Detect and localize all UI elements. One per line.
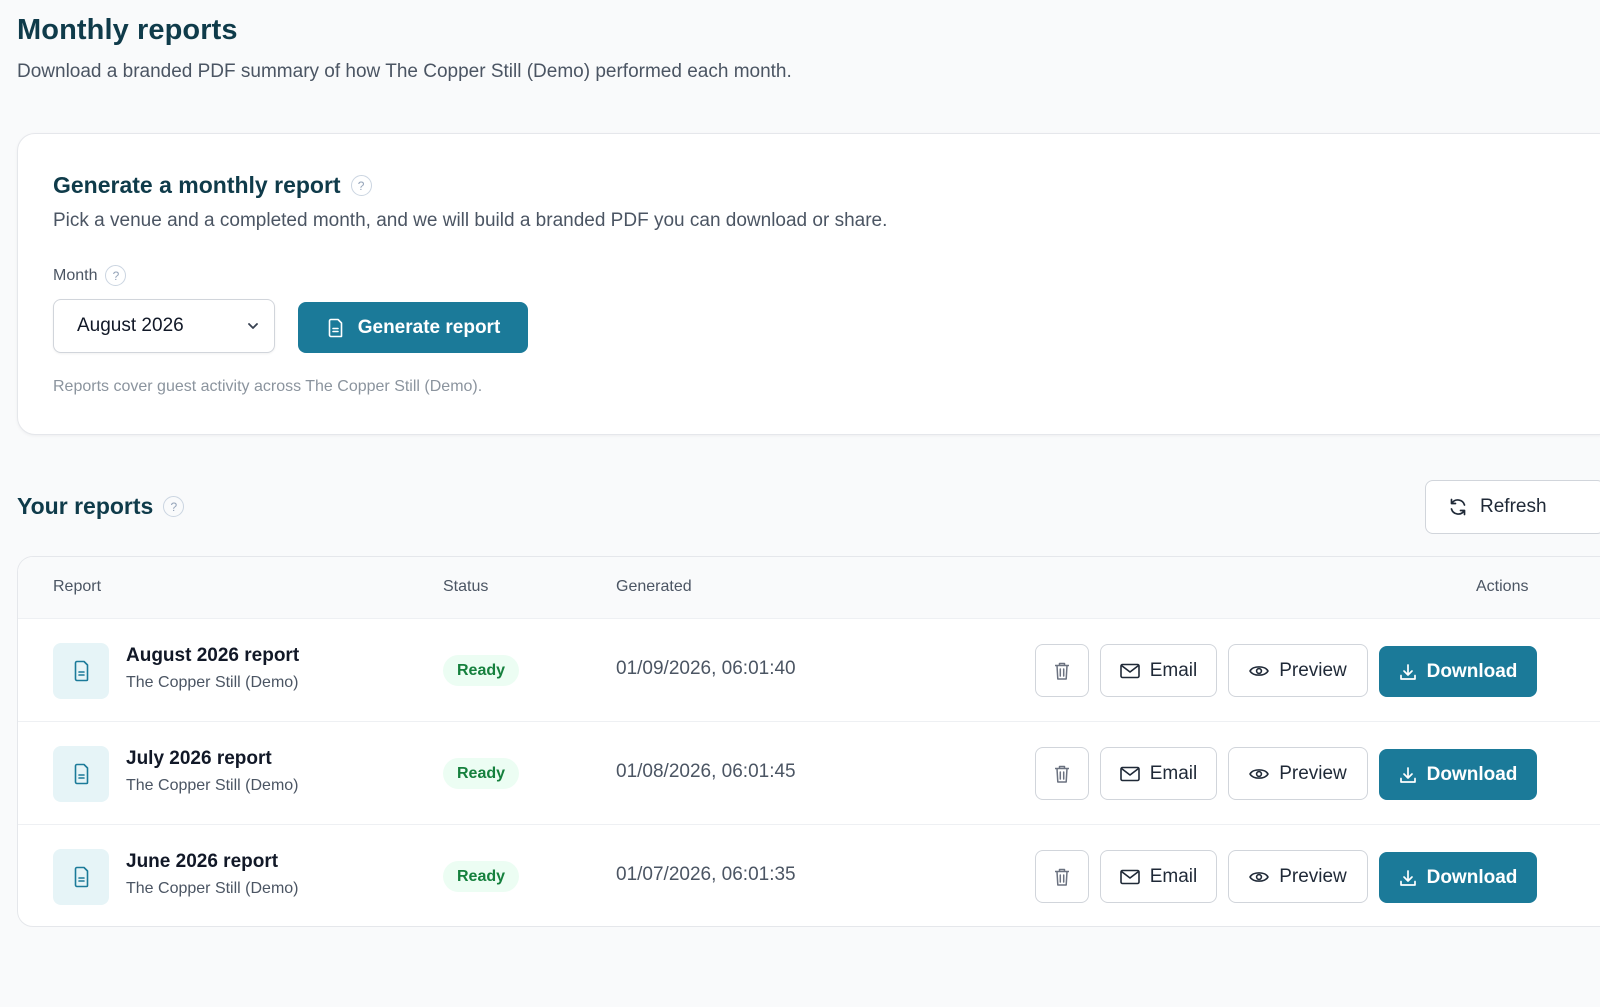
download-icon — [1399, 766, 1416, 783]
generated-timestamp: 01/07/2026, 06:01:35 — [616, 864, 796, 885]
eye-icon — [1249, 768, 1270, 779]
download-icon — [1399, 663, 1416, 680]
table-row: June 2026 report The Copper Still (Demo)… — [18, 825, 1600, 926]
generate-report-button[interactable]: Generate report — [298, 302, 528, 353]
month-select-value: August 2026 — [77, 315, 184, 336]
download-button[interactable]: Download — [1379, 749, 1537, 800]
preview-button[interactable]: Preview — [1228, 850, 1368, 903]
email-button[interactable]: Email — [1100, 747, 1217, 800]
file-icon — [53, 643, 109, 699]
report-name: August 2026 report — [126, 645, 300, 666]
trash-icon — [1055, 868, 1069, 886]
page-title: Monthly reports — [17, 14, 238, 46]
generate-card-heading: Generate a monthly report ? — [53, 172, 372, 199]
help-icon[interactable]: ? — [163, 496, 185, 517]
help-icon[interactable]: ? — [105, 265, 127, 286]
refresh-label: Refresh — [1480, 496, 1547, 517]
report-name: June 2026 report — [126, 851, 279, 872]
generate-report-card: Generate a monthly report ? Pick a venue… — [17, 133, 1600, 435]
preview-label: Preview — [1279, 762, 1347, 784]
reports-title: Your reports — [17, 493, 154, 519]
download-label: Download — [1426, 763, 1518, 785]
download-button[interactable]: Download — [1379, 852, 1537, 903]
column-header-generated: Generated — [616, 578, 692, 595]
column-header-status: Status — [443, 578, 489, 595]
table-header: Report Status Generated Actions — [18, 557, 1600, 619]
email-label: Email — [1149, 865, 1198, 887]
generated-timestamp: 01/09/2026, 06:01:40 — [616, 658, 796, 679]
email-button[interactable]: Email — [1100, 850, 1217, 903]
generate-report-label: Generate report — [357, 316, 501, 338]
refresh-icon — [1450, 498, 1466, 516]
file-icon — [328, 318, 343, 337]
trash-icon — [1055, 662, 1069, 680]
email-button[interactable]: Email — [1100, 644, 1217, 697]
email-label: Email — [1149, 659, 1198, 681]
chevron-down-icon — [248, 323, 258, 329]
reports-table: Report Status Generated Actions August 2… — [17, 556, 1600, 927]
month-select[interactable]: August 2026 — [53, 299, 275, 353]
month-label-row: Month ? — [53, 265, 127, 286]
preview-label: Preview — [1279, 659, 1347, 681]
file-icon — [53, 849, 109, 905]
mail-icon — [1119, 766, 1140, 781]
generate-card-description: Pick a venue and a completed month, and … — [53, 210, 888, 231]
monthly-reports-page: Monthly reports Download a branded PDF s… — [0, 0, 1600, 1007]
help-icon[interactable]: ? — [350, 175, 372, 196]
generate-card-title: Generate a monthly report — [53, 172, 341, 198]
reports-heading: Your reports ? — [17, 493, 185, 520]
report-name: July 2026 report — [126, 748, 272, 769]
status-badge: Ready — [443, 655, 520, 686]
download-icon — [1399, 869, 1416, 886]
report-venue: The Copper Still (Demo) — [126, 674, 299, 691]
eye-icon — [1249, 665, 1270, 676]
report-venue: The Copper Still (Demo) — [126, 880, 299, 897]
table-row: July 2026 report The Copper Still (Demo)… — [18, 722, 1600, 825]
generated-timestamp: 01/08/2026, 06:01:45 — [616, 761, 796, 782]
delete-button[interactable] — [1035, 644, 1089, 697]
eye-icon — [1249, 871, 1270, 882]
download-label: Download — [1426, 660, 1518, 682]
month-label: Month — [53, 266, 98, 284]
status-badge: Ready — [443, 861, 520, 892]
column-header-actions: Actions — [1476, 578, 1529, 595]
table-row: August 2026 report The Copper Still (Dem… — [18, 619, 1600, 722]
column-header-report: Report — [53, 578, 102, 595]
generate-note: Reports cover guest activity across The … — [53, 378, 483, 395]
email-label: Email — [1149, 762, 1198, 784]
refresh-button[interactable]: Refresh — [1425, 480, 1600, 534]
preview-label: Preview — [1279, 865, 1347, 887]
report-venue: The Copper Still (Demo) — [126, 777, 299, 794]
download-label: Download — [1426, 866, 1518, 888]
delete-button[interactable] — [1035, 850, 1089, 903]
status-badge: Ready — [443, 758, 520, 789]
page-subtitle: Download a branded PDF summary of how Th… — [17, 61, 792, 82]
file-icon — [53, 746, 109, 802]
mail-icon — [1119, 663, 1140, 678]
preview-button[interactable]: Preview — [1228, 747, 1368, 800]
download-button[interactable]: Download — [1379, 646, 1537, 697]
mail-icon — [1119, 869, 1140, 884]
preview-button[interactable]: Preview — [1228, 644, 1368, 697]
delete-button[interactable] — [1035, 747, 1089, 800]
trash-icon — [1055, 765, 1069, 783]
